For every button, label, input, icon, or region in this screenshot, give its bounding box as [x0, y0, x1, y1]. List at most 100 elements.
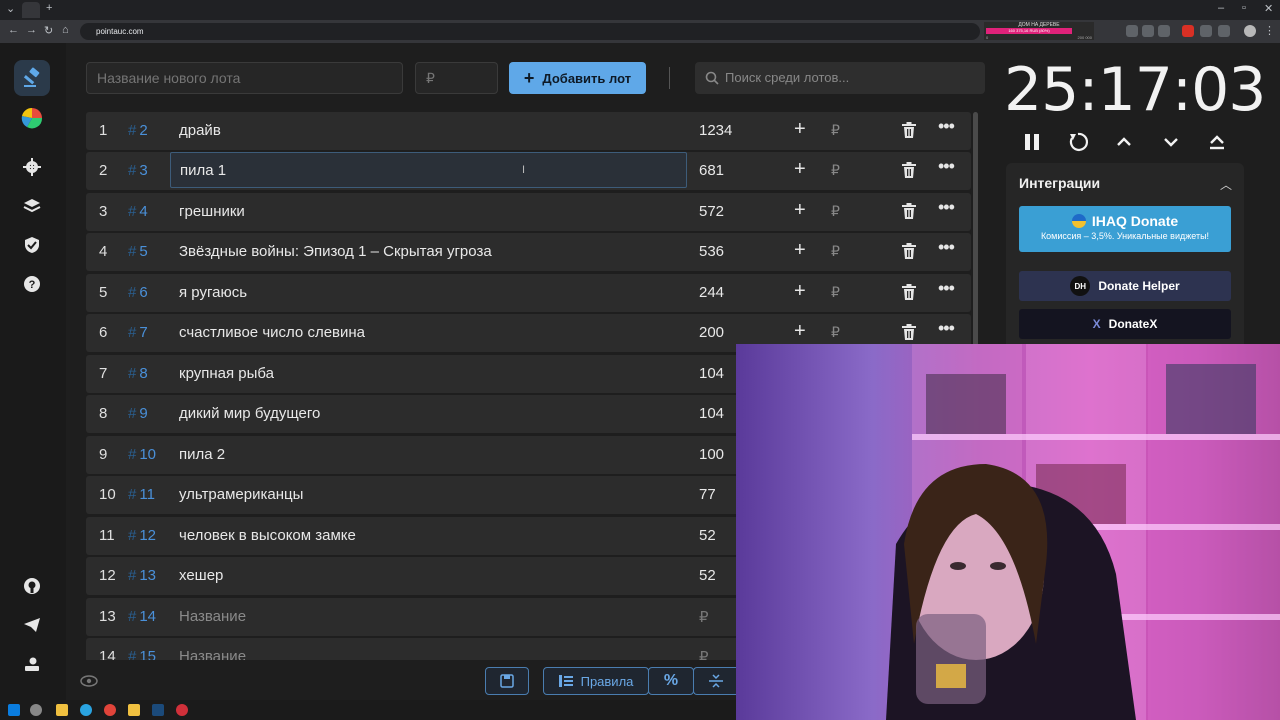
reset-timer-button[interactable]: [1067, 131, 1089, 153]
lot-hash: #: [128, 162, 137, 179]
extensions-puzzle-icon[interactable]: [1200, 25, 1212, 37]
sidebar-github-button[interactable]: [14, 568, 50, 604]
bookmark-star-icon[interactable]: [1158, 25, 1170, 37]
profile-avatar[interactable]: [1244, 25, 1256, 37]
maximize-icon[interactable]: ▫: [1242, 2, 1246, 14]
lot-name-field[interactable]: ультрамериканцы: [179, 486, 303, 503]
home-icon[interactable]: ⌂: [62, 24, 69, 36]
lot-name-field[interactable]: хешер: [179, 567, 223, 584]
sidebar-telegram-button[interactable]: [14, 607, 50, 643]
lot-name-field[interactable]: дикий мир будущего: [179, 405, 320, 422]
lot-name-field[interactable]: человек в высоком замке: [179, 527, 356, 544]
add-amount-input[interactable]: ₽: [831, 243, 840, 260]
sidebar-shield-button[interactable]: [14, 227, 50, 263]
rules-button[interactable]: Правила: [543, 667, 649, 695]
taskbar-steam-icon[interactable]: [152, 704, 164, 716]
add-lot-button[interactable]: + Добавить лот: [509, 62, 646, 94]
ihaq-donate-button[interactable]: IHAQ Donate Комиссия – 3,5%. Уникальные …: [1019, 206, 1231, 252]
lot-more-icon[interactable]: •••: [938, 237, 955, 258]
lot-name-field[interactable]: Название: [179, 608, 246, 625]
lot-more-icon[interactable]: •••: [938, 156, 955, 177]
lot-name-field[interactable]: Название: [179, 648, 246, 660]
extension-red-icon[interactable]: [1182, 25, 1194, 37]
lot-search-input[interactable]: Поиск среди лотов...: [695, 62, 985, 94]
compress-button[interactable]: [693, 667, 737, 695]
sidebar-settings-button[interactable]: [14, 149, 50, 185]
add-amount-input[interactable]: ₽: [831, 162, 840, 179]
sidebar-donate-button[interactable]: [14, 646, 50, 682]
sidebar-wheel-button[interactable]: [14, 100, 50, 136]
back-icon[interactable]: ←: [8, 24, 19, 36]
delete-lot-button[interactable]: [902, 203, 916, 223]
sidebar-help-button[interactable]: ?: [14, 266, 50, 302]
lot-id-number: 12: [139, 527, 157, 544]
lot-name-field[interactable]: пила 2: [179, 446, 225, 463]
tab-list-icon[interactable]: ⌄: [6, 2, 15, 15]
add-amount-input[interactable]: ₽: [831, 203, 840, 220]
donatex-button[interactable]: X DonateX: [1019, 309, 1231, 339]
add-amount-input[interactable]: ₽: [831, 284, 840, 301]
add-amount-plus-icon[interactable]: +: [794, 158, 806, 181]
percent-button[interactable]: %: [648, 667, 694, 695]
donatex-logo-icon: X: [1092, 317, 1101, 331]
browser-tab[interactable]: [22, 2, 40, 18]
timer-increase-button[interactable]: [1113, 131, 1135, 153]
donate-helper-button[interactable]: DH Donate Helper: [1019, 271, 1231, 301]
lot-more-icon[interactable]: •••: [938, 278, 955, 299]
lot-hash: #: [128, 405, 137, 422]
lot-amount-input[interactable]: [415, 62, 498, 94]
lot-index: 3: [99, 203, 108, 220]
forward-icon[interactable]: →: [26, 24, 37, 36]
taskbar-search-icon[interactable]: [30, 704, 42, 716]
delete-lot-button[interactable]: [902, 284, 916, 304]
taskbar-telegram-icon[interactable]: [80, 704, 92, 716]
timer-max-button[interactable]: [1206, 131, 1228, 153]
lot-name-field[interactable]: крупная рыба: [179, 365, 274, 382]
add-amount-input[interactable]: ₽: [831, 324, 840, 341]
windows-start-icon[interactable]: [8, 704, 20, 716]
lot-more-icon[interactable]: •••: [938, 318, 955, 339]
zoom-icon[interactable]: [1142, 25, 1154, 37]
downloads-icon[interactable]: [1218, 25, 1230, 37]
sidebar-auction-button[interactable]: [14, 60, 50, 96]
lot-name-field[interactable]: драйв: [179, 122, 221, 139]
sidebar-layers-button[interactable]: [14, 188, 50, 224]
delete-lot-button[interactable]: [902, 324, 916, 344]
taskbar-app-icon[interactable]: [128, 704, 140, 716]
add-amount-input[interactable]: ₽: [831, 122, 840, 139]
collapse-chevron-icon[interactable]: ︿: [1220, 176, 1232, 193]
minimize-icon[interactable]: –: [1218, 2, 1224, 14]
visibility-toggle[interactable]: [80, 674, 98, 692]
close-window-icon[interactable]: ✕: [1264, 2, 1273, 15]
save-button[interactable]: [485, 667, 529, 695]
menu-kebab-icon[interactable]: ⋮: [1264, 24, 1275, 37]
extension-icon[interactable]: [1126, 25, 1138, 37]
add-amount-plus-icon[interactable]: +: [794, 320, 806, 343]
add-amount-plus-icon[interactable]: +: [794, 239, 806, 262]
lot-more-icon[interactable]: •••: [938, 197, 955, 218]
delete-lot-button[interactable]: [902, 122, 916, 142]
lot-more-icon[interactable]: •••: [938, 116, 955, 137]
lot-name-field[interactable]: счастливое число слевина: [179, 324, 365, 341]
add-amount-plus-icon[interactable]: +: [794, 280, 806, 303]
add-amount-plus-icon[interactable]: +: [794, 199, 806, 222]
add-amount-plus-icon[interactable]: +: [794, 118, 806, 141]
taskbar-files-icon[interactable]: [56, 704, 68, 716]
taskbar-obs-icon[interactable]: [176, 704, 188, 716]
taskbar-chrome-icon[interactable]: [104, 704, 116, 716]
lot-name-field[interactable]: грешники: [179, 203, 245, 220]
delete-lot-button[interactable]: [902, 162, 916, 182]
lot-amount[interactable]: ₽: [699, 608, 709, 626]
timer-decrease-button[interactable]: [1160, 131, 1182, 153]
new-tab-icon[interactable]: +: [46, 2, 52, 14]
lot-name-field[interactable]: Звёздные войны: Эпизод 1 – Скрытая угроз…: [179, 243, 492, 260]
lot-name-field[interactable]: я ругаюсь: [179, 284, 247, 301]
address-bar[interactable]: pointauc.com: [80, 23, 980, 40]
lot-index: 2: [99, 162, 108, 179]
pause-button[interactable]: [1021, 131, 1043, 153]
lot-name-input[interactable]: [86, 62, 403, 94]
delete-lot-button[interactable]: [902, 243, 916, 263]
lot-name-field[interactable]: пила 1: [170, 152, 687, 188]
lot-amount[interactable]: ₽: [699, 648, 709, 660]
reload-icon[interactable]: ↻: [44, 24, 53, 37]
